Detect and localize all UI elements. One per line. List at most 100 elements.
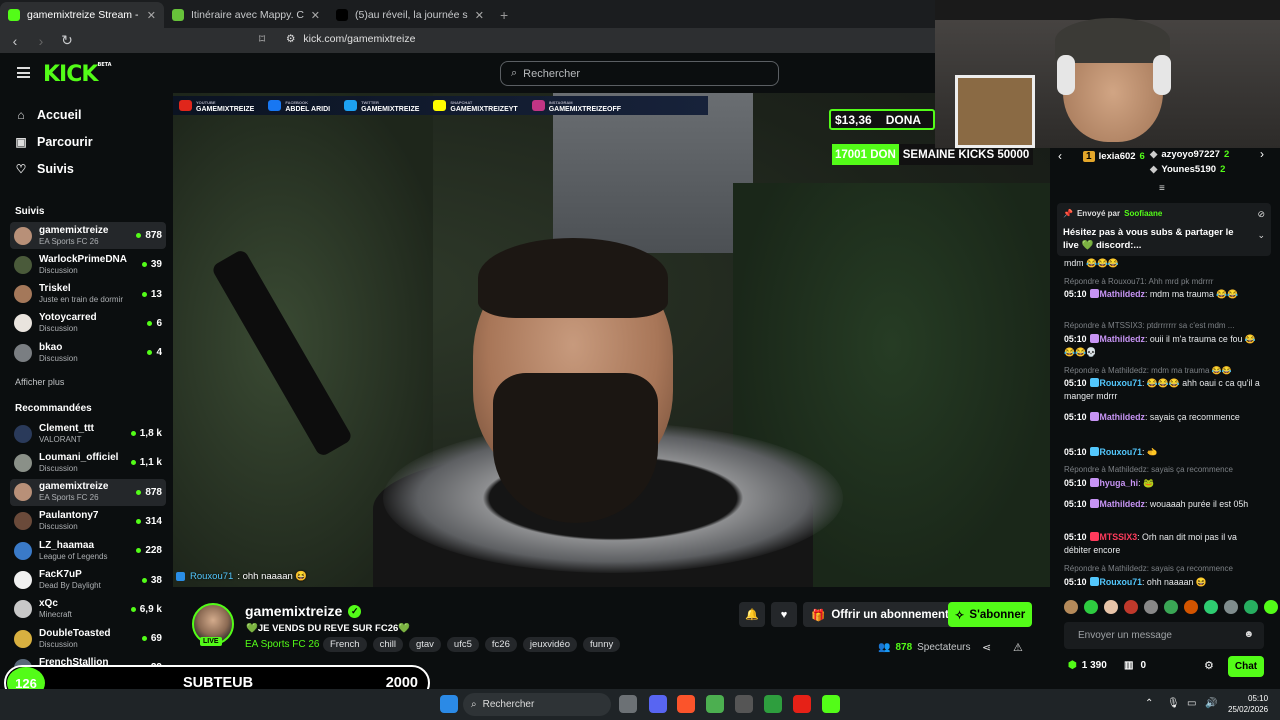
emote-icon[interactable] (1164, 600, 1178, 614)
emote-icon[interactable] (1124, 600, 1138, 614)
chat-username[interactable]: Mathildedz (1100, 412, 1145, 422)
leaderboard-entry[interactable]: ◆ azyoyo97227 2 (1150, 149, 1229, 160)
chat-username[interactable]: Mathildedz (1100, 334, 1145, 344)
tag-chip[interactable]: fc26 (484, 637, 517, 652)
menu-icon[interactable] (17, 67, 30, 78)
task-view-icon[interactable] (619, 695, 637, 713)
gift-sub-button[interactable]: 🎁 Offrir un abonnement (803, 602, 957, 627)
share-icon[interactable]: ⋖ (982, 641, 991, 654)
follow-button[interactable]: ♥ (771, 602, 797, 627)
emote-icon[interactable] (1204, 600, 1218, 614)
browser-tab[interactable]: gamemixtreize Stream - Watch L ✕ (0, 2, 164, 28)
tag-chip[interactable]: French (323, 637, 367, 652)
volume-icon[interactable]: 🔊 (1205, 698, 1217, 709)
channel-item[interactable]: WarlockPrimeDNA Discussion 39 (10, 251, 166, 278)
network-icon[interactable]: ▭ (1187, 698, 1196, 709)
chat-username[interactable]: Rouxou71 (1100, 378, 1143, 388)
leaderboard-entry[interactable]: ◆ Younes5190 2 (1150, 164, 1225, 175)
reply-reference[interactable]: Répondre à Rouxou71: Ahh mrd pk mdrrrr (1064, 277, 1269, 286)
forward-icon[interactable]: › (34, 33, 48, 49)
chat-settings-icon[interactable]: ⚙ (1204, 659, 1214, 672)
chat-username[interactable]: MTSSIX3 (1100, 532, 1138, 542)
chat-username[interactable]: hyuga_hi (1100, 478, 1139, 488)
tab-close-icon[interactable]: ✕ (311, 9, 320, 22)
browser-tab[interactable]: Itinéraire avec Mappy. Comparez vo ✕ (164, 2, 328, 28)
reply-reference[interactable]: Répondre à Mathildedz: sayais ça recomme… (1064, 564, 1269, 573)
emoji-icon[interactable]: ☻ (1243, 629, 1254, 640)
video-player[interactable] (173, 93, 1050, 587)
reload-icon[interactable]: ↻ (60, 32, 74, 49)
app-icon[interactable] (735, 695, 753, 713)
tag-chip[interactable]: funny (583, 637, 621, 652)
bookmark-icon[interactable]: ⌑ (259, 32, 265, 46)
nav-item-1[interactable]: ▣ Parcourir (15, 135, 92, 149)
chat-username[interactable]: Mathildedz (1100, 289, 1145, 299)
tab-close-icon[interactable]: ✕ (475, 9, 484, 22)
nav-item-0[interactable]: ⌂ Accueil (15, 108, 81, 122)
notification-bell-button[interactable]: 🔔 (739, 602, 765, 627)
channel-item[interactable]: bkao Discussion 4 (10, 339, 166, 366)
channel-item[interactable]: Paulantony7 Discussion 314 (10, 508, 166, 535)
chat-input[interactable]: Envoyer un message ☻ (1064, 622, 1264, 649)
channel-item[interactable]: FacK7uP Dead By Daylight 38 (10, 567, 166, 594)
windows-start-icon[interactable] (440, 695, 458, 713)
reply-reference[interactable]: Répondre à Mathildedz: sayais ça recomme… (1064, 465, 1269, 474)
clock[interactable]: 05:10 25/02/2026 (1228, 693, 1268, 715)
emote-icon[interactable] (1084, 600, 1098, 614)
browser-tab[interactable]: (5)au réveil, la journée s'annonçait pl ✕ (328, 2, 492, 28)
channel-item[interactable]: DoubleToasted Discussion 69 (10, 625, 166, 652)
tag-chip[interactable]: gtav (408, 637, 441, 652)
site-info-icon[interactable]: ⚙ (286, 33, 295, 45)
stream-category[interactable]: EA Sports FC 26 (245, 639, 319, 650)
report-icon[interactable]: ⚠ (1013, 641, 1023, 654)
emote-icon[interactable] (1144, 600, 1158, 614)
channel-item[interactable]: Triskel Juste en train de dormir 13 (10, 281, 166, 308)
discord-icon[interactable] (649, 695, 667, 713)
kick-taskbar-icon[interactable] (822, 695, 840, 713)
tag-chip[interactable]: jeuxvidéo (522, 637, 577, 652)
url-field[interactable]: ⚙ kick.com/gamemixtreize (286, 33, 415, 45)
spreadsheet-icon[interactable] (706, 695, 724, 713)
tray-chevron-icon[interactable]: ⌃ (1145, 698, 1153, 709)
channel-item[interactable]: gamemixtreize EA Sports FC 26 878 (10, 478, 166, 506)
gift-counter[interactable]: ▥ 0 (1124, 660, 1146, 671)
tag-chip[interactable]: chill (372, 637, 403, 652)
emote-icon[interactable] (1244, 600, 1258, 614)
emote-icon[interactable] (1184, 600, 1198, 614)
kick-logo[interactable]: KICKBETA (43, 62, 112, 87)
tab-close-icon[interactable]: ✕ (147, 9, 156, 22)
channel-item[interactable]: Loumani_officiel Discussion 1,1 k (10, 449, 166, 476)
channel-item[interactable]: xQc Minecraft 6,9 k (10, 596, 166, 623)
nav-item-2[interactable]: ♡ Suivis (15, 162, 74, 176)
back-icon[interactable]: ‹ (8, 33, 22, 49)
channel-item[interactable]: Clement_ttt VALORANT 1,8 k (10, 420, 166, 447)
channel-item[interactable]: LZ_haamaa League of Legends 228 (10, 537, 166, 564)
new-tab-button[interactable]: + (492, 7, 516, 28)
brave-icon[interactable] (677, 695, 695, 713)
chat-username[interactable]: Mathildedz (1100, 499, 1145, 509)
mic-icon[interactable]: 🎙 (1167, 698, 1180, 709)
expand-icon[interactable]: ≡ (1159, 183, 1165, 194)
reply-reference[interactable]: Répondre à MTSSIX3: ptdrrrrrrr sa c'est … (1064, 321, 1269, 330)
subscribe-button[interactable]: ✧ S'abonner (948, 602, 1032, 627)
channel-item[interactable]: gamemixtreize EA Sports FC 26 878 (10, 222, 166, 249)
reply-reference[interactable]: Répondre à Mathildedz: mdm ma trauma 😂😂 (1064, 366, 1269, 375)
channel-points[interactable]: ⬢ 1 390 (1068, 660, 1107, 671)
tag-chip[interactable]: ufc5 (446, 637, 479, 652)
chat-send-button[interactable]: Chat (1228, 656, 1264, 677)
search-input[interactable]: ⌕ Rechercher (500, 61, 779, 86)
unpin-icon[interactable]: ⊘ (1257, 209, 1265, 220)
channel-item[interactable]: Yotoycarred Discussion 6 (10, 310, 166, 337)
taskbar-search[interactable]: ⌕ Rechercher (463, 693, 611, 716)
emote-icon[interactable] (1264, 600, 1278, 614)
emote-icon[interactable] (1064, 600, 1078, 614)
emote-icon[interactable] (1224, 600, 1238, 614)
show-more-link[interactable]: Afficher plus (15, 377, 64, 387)
leaderboard-entry[interactable]: 1 lexia602 6 (1083, 151, 1145, 162)
game-icon[interactable] (764, 695, 782, 713)
chat-username[interactable]: Rouxou71 (1100, 577, 1143, 587)
chevron-down-icon[interactable]: ⌄ (1257, 230, 1265, 241)
chat-username[interactable]: Rouxou71 (1100, 447, 1143, 457)
emote-icon[interactable] (1104, 600, 1118, 614)
youtube-icon[interactable] (793, 695, 811, 713)
